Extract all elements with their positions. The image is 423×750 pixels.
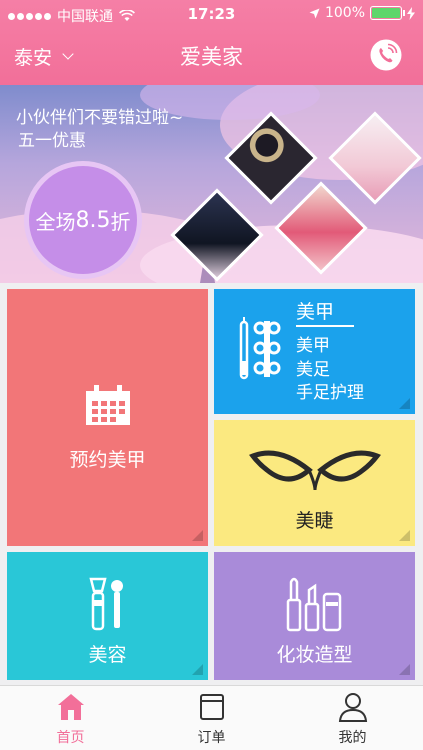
banner-headline: 小伙伴们不要错过啦~: [16, 108, 184, 128]
pedicure-item: 美足: [296, 360, 330, 380]
book-nail-tile[interactable]: 预约美甲: [7, 289, 208, 546]
battery-percent: 100%: [324, 5, 365, 21]
app-title: 爱美家: [180, 45, 243, 69]
corner-marker: [192, 530, 203, 541]
discount-badge: 全场 8.5 折: [24, 161, 142, 279]
status-bar: 中国联通 17:23 100%: [0, 0, 423, 28]
discount-suffix: 折: [110, 209, 131, 234]
manicure-tile[interactable]: 美甲 美甲 美足 手足护理: [214, 289, 415, 414]
makeup-tile[interactable]: 化妆造型: [214, 552, 415, 680]
profile-icon: [338, 693, 368, 722]
eyelash-tile[interactable]: 美睫: [214, 420, 415, 546]
tab-orders-label: 订单: [197, 730, 226, 746]
corner-marker: [192, 664, 203, 675]
tab-home[interactable]: 首页: [0, 686, 141, 750]
calendar-icon: [86, 385, 130, 425]
promo-banner[interactable]: 小伙伴们不要错过啦~ 五一优惠 全场 8.5 折: [0, 85, 423, 283]
tab-home-label: 首页: [56, 730, 85, 746]
hand-foot-care-item: 手足护理: [296, 383, 364, 403]
discount-prefix: 全场: [35, 209, 76, 234]
tab-bar: 首页 订单 我的: [0, 685, 423, 750]
manicure-divider: [296, 325, 354, 327]
nav-bar: 泰安 爱美家: [0, 28, 423, 85]
home-icon: [58, 694, 84, 720]
lipstick-icon: [286, 577, 342, 632]
tab-orders[interactable]: 订单: [141, 686, 282, 750]
location-arrow-icon: [309, 8, 320, 18]
eyelash-mask-icon: [249, 450, 381, 491]
makeup-label: 化妆造型: [276, 644, 353, 666]
discount-value: 8.5: [75, 207, 111, 233]
book-nail-label: 预约美甲: [69, 449, 146, 471]
order-icon: [200, 694, 224, 720]
manicure-title: 美甲: [296, 301, 335, 323]
tab-profile[interactable]: 我的: [282, 686, 423, 750]
corner-marker: [399, 664, 410, 675]
phone-icon: [370, 39, 402, 71]
status-right: 100%: [309, 5, 415, 21]
beauty-label: 美容: [88, 644, 127, 666]
manicure-item: 美甲: [296, 336, 330, 356]
corner-marker: [399, 398, 410, 409]
beauty-tile[interactable]: 美容: [7, 552, 208, 680]
charging-icon: [407, 6, 415, 20]
top-bar: 中国联通 17:23 100% 泰安 爱美家: [0, 0, 423, 85]
nail-tools-icon: [239, 317, 281, 380]
cosmetics-icon: [89, 577, 123, 631]
call-button[interactable]: [369, 38, 403, 72]
battery-icon: [370, 6, 405, 20]
tab-profile-label: 我的: [338, 730, 367, 746]
banner-subheadline: 五一优惠: [18, 131, 86, 151]
corner-marker: [399, 530, 410, 541]
eyelash-label: 美睫: [295, 510, 334, 532]
